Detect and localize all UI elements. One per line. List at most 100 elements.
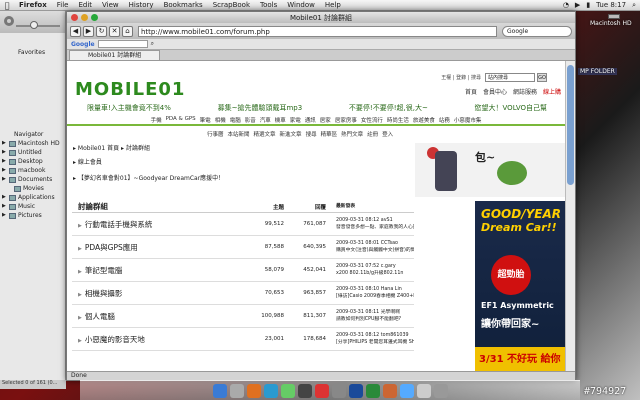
- sidebar-item-desktop[interactable]: ▶ Desktop: [2, 157, 60, 166]
- forum-name-link[interactable]: ▶ 行動電話手機與系統: [72, 219, 242, 230]
- nav-item[interactable]: PDA & GPS: [166, 116, 196, 124]
- hard-drive-icon[interactable]: [608, 14, 620, 19]
- dock-safari-icon[interactable]: [263, 383, 278, 398]
- notice-link[interactable]: ▸ 【夢幻名車會對01】~Goodyear DreamCar應援中！: [73, 173, 224, 182]
- page-scrollbar[interactable]: [565, 61, 575, 372]
- nav-item[interactable]: 相機: [215, 116, 226, 124]
- ad-link[interactable]: 不要停!不要停!超,很,大~: [349, 103, 428, 113]
- menu-history[interactable]: History: [124, 1, 159, 9]
- nav-item[interactable]: 站務: [439, 116, 450, 124]
- dock-trash-icon[interactable]: [433, 383, 448, 398]
- link-shop[interactable]: 線上購: [543, 87, 561, 96]
- banner-ad[interactable]: 包~: [415, 143, 565, 197]
- latest-post[interactable]: 2009-03-31 08:12 tom861039 [分享]PHILIPS 老開…: [326, 332, 414, 346]
- latest-post[interactable]: 2009-03-31 08:11 光學啊啊 請教如何判別CPU腳不能翻吧?: [326, 309, 414, 323]
- latest-post[interactable]: 2009-03-31 08:01 CCTsao 購買中文(注音)與觸觸中文(拼音)…: [326, 240, 414, 254]
- google-search-icon[interactable]: ⌕: [151, 40, 154, 48]
- dock-powerpoint-icon[interactable]: [382, 383, 397, 398]
- subnav-item[interactable]: 新進文章: [280, 130, 302, 138]
- latest-post[interactable]: 2009-03-31 07:52 c.gary x200 802.11b/g升級8…: [326, 263, 414, 277]
- slider-knob[interactable]: [30, 21, 38, 29]
- menu-view[interactable]: View: [97, 1, 124, 9]
- ad-link[interactable]: 募集~搶先體驗頭戴耳mp3: [218, 103, 303, 113]
- disclosure-icon[interactable]: ▶: [2, 139, 7, 148]
- dock-ichat-icon[interactable]: [280, 383, 295, 398]
- nav-item[interactable]: 影音: [245, 116, 256, 124]
- disclosure-icon[interactable]: ▶: [2, 157, 7, 166]
- menu-app-firefox[interactable]: Firefox: [14, 1, 52, 9]
- ad-link[interactable]: 限量車!入主機會竟不到4%: [87, 103, 171, 113]
- stop-button[interactable]: ✕: [109, 25, 120, 37]
- subnav-item[interactable]: 登入: [382, 130, 393, 138]
- dock-calendar-icon[interactable]: [314, 383, 329, 398]
- subnav-item[interactable]: 註冊: [367, 130, 378, 138]
- sidebar-item-applications[interactable]: ▶ Applications: [2, 193, 60, 202]
- wifi-icon[interactable]: ◔: [563, 1, 569, 9]
- dock-terminal-icon[interactable]: [297, 383, 312, 398]
- nav-item[interactable]: 機車: [275, 116, 286, 124]
- disclosure-icon[interactable]: ▶: [2, 193, 7, 202]
- reload-button[interactable]: ↻: [96, 25, 107, 37]
- menu-edit[interactable]: Edit: [73, 1, 97, 9]
- menu-bookmarks[interactable]: Bookmarks: [159, 1, 208, 9]
- nav-item[interactable]: 小惡魔市集: [454, 116, 482, 124]
- nav-item[interactable]: 旅遊美食: [413, 116, 435, 124]
- dock-preferences-icon[interactable]: [331, 383, 346, 398]
- nav-item[interactable]: 汽車: [260, 116, 271, 124]
- dock-finder-icon[interactable]: [212, 383, 227, 398]
- online-members-link[interactable]: ▸ 線上會員: [73, 157, 102, 166]
- dock-excel-icon[interactable]: [365, 383, 380, 398]
- subnav-item[interactable]: 熱門文章: [341, 130, 363, 138]
- dock-itunes-icon[interactable]: [399, 383, 414, 398]
- nav-item[interactable]: 女性流行: [361, 116, 383, 124]
- firefox-title-bar[interactable]: Mobile01 討論群組: [67, 12, 575, 23]
- search-box[interactable]: Google: [502, 25, 572, 37]
- site-search-input[interactable]: 站內搜尋: [485, 73, 535, 82]
- forward-button[interactable]: ▶: [83, 25, 94, 37]
- menu-window[interactable]: Window: [282, 1, 320, 9]
- desktop-hd-label[interactable]: Macintosh HD: [590, 20, 632, 27]
- sidebar-item-pictures[interactable]: ▶ Pictures: [2, 211, 60, 220]
- home-button[interactable]: ⌂: [122, 25, 133, 37]
- nav-item[interactable]: 手機: [151, 116, 162, 124]
- link-home[interactable]: 首頁: [465, 87, 477, 96]
- forum-name-link[interactable]: ▶ 小惡魔的影音天地: [72, 334, 242, 345]
- forum-name-link[interactable]: ▶ PDA與GPS應用: [72, 242, 242, 253]
- dock-word-icon[interactable]: [348, 383, 363, 398]
- sidebar-item-macintosh-hd[interactable]: ▶ Macintosh HD: [2, 139, 60, 148]
- forum-name-link[interactable]: ▶ 筆記型電腦: [72, 265, 242, 276]
- nav-item[interactable]: 時尚生活: [387, 116, 409, 124]
- scrollbar-thumb[interactable]: [567, 65, 574, 185]
- sidebar-item-macbook[interactable]: ▶ macbook: [2, 166, 60, 175]
- disclosure-icon[interactable]: ▶: [2, 211, 7, 220]
- icon-size-slider[interactable]: [16, 25, 60, 27]
- sidebar-item-documents[interactable]: ▶ Documents: [2, 175, 60, 184]
- link-blog[interactable]: 網誌服務: [513, 87, 537, 96]
- battery-icon[interactable]: ▮: [586, 1, 590, 9]
- subnav-item[interactable]: 本站新聞: [228, 130, 250, 138]
- disclosure-icon[interactable]: ▶: [2, 166, 7, 175]
- url-bar[interactable]: http://www.mobile01.com/forum.php: [138, 25, 497, 37]
- sidebar-item-music[interactable]: ▶ Music: [2, 202, 60, 211]
- menu-file[interactable]: File: [52, 1, 74, 9]
- nav-item[interactable]: 居家: [320, 116, 331, 124]
- disclosure-icon[interactable]: ▶: [2, 148, 7, 157]
- nav-item[interactable]: 家電: [290, 116, 301, 124]
- dock-folder-icon[interactable]: [416, 383, 431, 398]
- forum-name-link[interactable]: ▶ 個人電腦: [72, 311, 242, 322]
- forum-name-link[interactable]: ▶ 相機與攝影: [72, 288, 242, 299]
- ad-link[interactable]: 慾望大！VOLVO自己幫: [475, 103, 547, 113]
- subnav-item[interactable]: 精選文章: [254, 130, 276, 138]
- dock-dashboard-icon[interactable]: [229, 383, 244, 398]
- breadcrumb[interactable]: ▸ Mobile01 首頁 ▸ 討論群組: [73, 143, 150, 152]
- menu-tools[interactable]: Tools: [255, 1, 282, 9]
- volume-icon[interactable]: ▶: [575, 1, 580, 9]
- spotlight-icon[interactable]: ⌕: [632, 1, 636, 10]
- menu-scrapbook[interactable]: ScrapBook: [208, 1, 255, 9]
- sidebar-item-untitled[interactable]: ▶ Untitled: [2, 148, 60, 157]
- back-button[interactable]: ◀: [70, 25, 81, 37]
- site-logo[interactable]: MOBILE01: [75, 79, 185, 100]
- tab-mobile01[interactable]: Mobile01 討論群組: [69, 50, 161, 60]
- clock[interactable]: Tue 8:17: [596, 1, 626, 9]
- subnav-item[interactable]: 行事曆: [207, 130, 224, 138]
